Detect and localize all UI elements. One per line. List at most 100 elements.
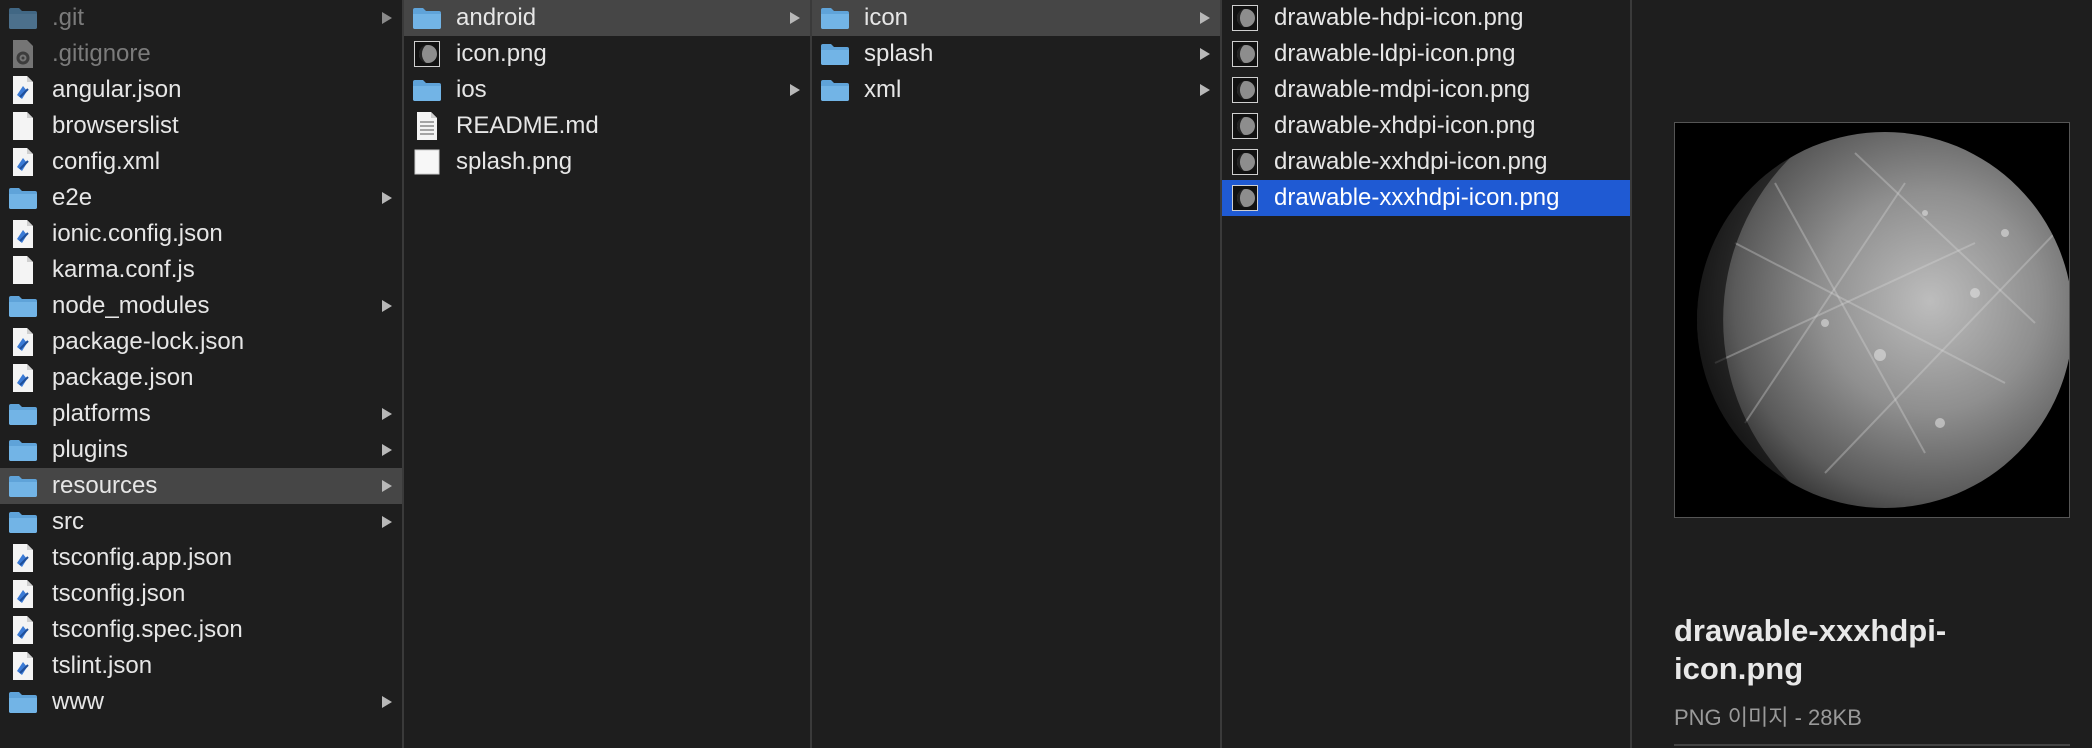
folder-icon xyxy=(412,4,442,32)
column-resources[interactable]: android icon.png ios README.md splash.png xyxy=(404,0,812,748)
code-file-icon xyxy=(8,652,38,680)
list-item[interactable]: src xyxy=(0,504,402,540)
image-thumb-icon xyxy=(1230,148,1260,176)
code-file-icon xyxy=(8,616,38,644)
document-icon xyxy=(8,256,38,284)
list-item[interactable]: ios xyxy=(404,72,810,108)
image-thumb-icon xyxy=(1230,112,1260,140)
image-thumb-icon xyxy=(1230,184,1260,212)
list-item[interactable]: platforms xyxy=(0,396,402,432)
list-item[interactable]: resources xyxy=(0,468,402,504)
list-item[interactable]: .gitignore xyxy=(0,36,402,72)
document-icon xyxy=(8,112,38,140)
list-item[interactable]: package.json xyxy=(0,360,402,396)
list-item[interactable]: config.xml xyxy=(0,144,402,180)
disclosure-arrow-icon[interactable] xyxy=(1196,72,1214,108)
code-file-icon xyxy=(8,364,38,392)
item-label: .git xyxy=(52,4,85,31)
item-label: drawable-hdpi-icon.png xyxy=(1274,4,1524,31)
list-item[interactable]: e2e xyxy=(0,180,402,216)
list-item[interactable]: plugins xyxy=(0,432,402,468)
item-label: resources xyxy=(52,472,158,499)
disclosure-arrow-icon[interactable] xyxy=(786,72,804,108)
item-label: icon xyxy=(864,4,909,31)
list-item[interactable]: node_modules xyxy=(0,288,402,324)
folder-icon xyxy=(8,4,38,32)
list-item[interactable]: browserslist xyxy=(0,108,402,144)
list-item[interactable]: icon.png xyxy=(404,36,810,72)
list-item[interactable]: tslint.json xyxy=(0,648,402,684)
code-file-icon xyxy=(8,544,38,572)
image-thumb-icon xyxy=(1230,4,1260,32)
list-item[interactable]: ionic.config.json xyxy=(0,216,402,252)
item-label: browserslist xyxy=(52,112,179,139)
item-label: README.md xyxy=(456,112,599,139)
image-thumb-icon xyxy=(1230,40,1260,68)
preview-image[interactable] xyxy=(1674,122,2073,518)
preview-pane: drawable-xxxhdpi-icon.png PNG 이미지 - 28KB xyxy=(1632,0,2092,748)
list-item[interactable]: tsconfig.json xyxy=(0,576,402,612)
list-item[interactable]: drawable-hdpi-icon.png xyxy=(1222,0,1630,36)
preview-file-info: PNG 이미지 - 28KB xyxy=(1674,705,1862,730)
list-item[interactable]: drawable-xxxhdpi-icon.png xyxy=(1222,180,1630,216)
list-item[interactable]: drawable-xhdpi-icon.png xyxy=(1222,108,1630,144)
item-label: drawable-xhdpi-icon.png xyxy=(1274,112,1536,139)
column-android[interactable]: icon splash xml xyxy=(812,0,1222,748)
list-item[interactable]: drawable-ldpi-icon.png xyxy=(1222,36,1630,72)
disclosure-arrow-icon[interactable] xyxy=(378,288,396,324)
blank-image-icon xyxy=(412,148,442,176)
disclosure-arrow-icon[interactable] xyxy=(1196,36,1214,72)
list-item[interactable]: drawable-xxhdpi-icon.png xyxy=(1222,144,1630,180)
disclosure-arrow-icon[interactable] xyxy=(378,684,396,720)
list-item[interactable]: drawable-mdpi-icon.png xyxy=(1222,72,1630,108)
item-label: platforms xyxy=(52,400,151,427)
list-item[interactable]: tsconfig.app.json xyxy=(0,540,402,576)
disclosure-arrow-icon[interactable] xyxy=(786,0,804,36)
disclosure-arrow-icon[interactable] xyxy=(378,0,396,36)
item-label: drawable-xxxhdpi-icon.png xyxy=(1274,184,1560,211)
list-item[interactable]: xml xyxy=(812,72,1220,108)
list-item[interactable]: tsconfig.spec.json xyxy=(0,612,402,648)
item-label: .gitignore xyxy=(52,40,151,67)
item-label: drawable-mdpi-icon.png xyxy=(1274,76,1531,103)
folder-icon xyxy=(8,400,38,428)
disclosure-arrow-icon[interactable] xyxy=(378,432,396,468)
code-file-icon xyxy=(8,220,38,248)
list-item[interactable]: android xyxy=(404,0,810,36)
disclosure-arrow-icon[interactable] xyxy=(378,504,396,540)
text-file-icon xyxy=(412,112,442,140)
disclosure-arrow-icon[interactable] xyxy=(1196,0,1214,36)
item-label: splash.png xyxy=(456,148,573,175)
folder-icon xyxy=(8,184,38,212)
code-file-icon xyxy=(8,580,38,608)
list-item[interactable]: splash.png xyxy=(404,144,810,180)
disclosure-arrow-icon[interactable] xyxy=(378,396,396,432)
image-thumb-icon xyxy=(412,40,442,68)
disclosure-arrow-icon[interactable] xyxy=(378,180,396,216)
list-item[interactable]: .git xyxy=(0,0,402,36)
list-item[interactable]: README.md xyxy=(404,108,810,144)
list-item[interactable]: splash xyxy=(812,36,1220,72)
disclosure-arrow-icon[interactable] xyxy=(378,468,396,504)
folder-icon xyxy=(8,472,38,500)
list-item[interactable]: karma.conf.js xyxy=(0,252,402,288)
item-label: package.json xyxy=(52,364,194,391)
list-item[interactable]: www xyxy=(0,684,402,720)
item-label: icon.png xyxy=(456,40,547,67)
list-item[interactable]: icon xyxy=(812,0,1220,36)
column-icon[interactable]: drawable-hdpi-icon.png drawable-ldpi-icon… xyxy=(1222,0,1632,748)
planet-image xyxy=(1675,123,2073,517)
column-project-root[interactable]: .git .gitignore angular.json browserslist co… xyxy=(0,0,404,748)
item-label: angular.json xyxy=(52,76,182,103)
list-item[interactable]: angular.json xyxy=(0,72,402,108)
divider xyxy=(1674,744,2070,746)
list-item[interactable]: package-lock.json xyxy=(0,324,402,360)
item-label: drawable-ldpi-icon.png xyxy=(1274,40,1516,67)
item-label: plugins xyxy=(52,436,129,463)
item-label: tsconfig.json xyxy=(52,580,186,607)
folder-icon xyxy=(8,688,38,716)
item-label: e2e xyxy=(52,184,93,211)
folder-icon xyxy=(820,40,850,68)
item-label: tslint.json xyxy=(52,652,153,679)
folder-icon xyxy=(820,4,850,32)
